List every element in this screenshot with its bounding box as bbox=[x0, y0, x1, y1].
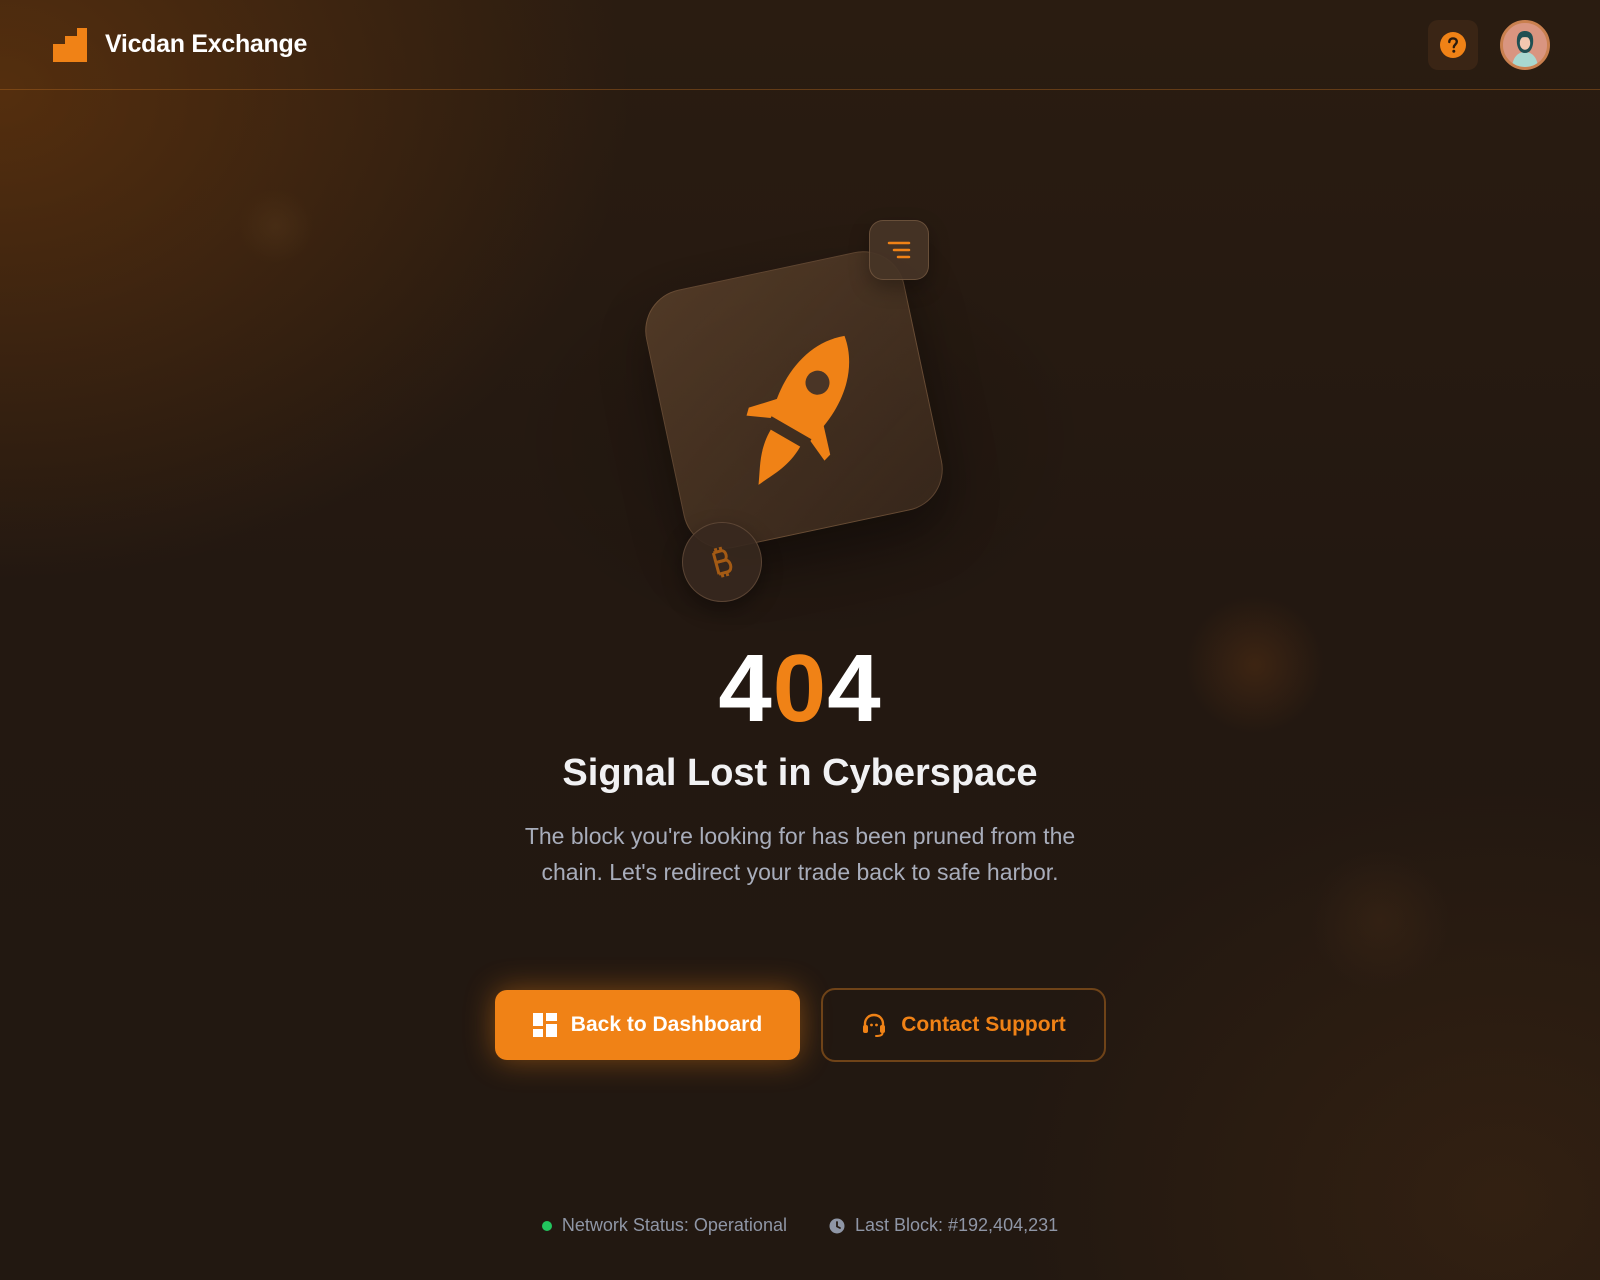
last-block-text: Last Block: #192,404,231 bbox=[854, 1215, 1059, 1235]
help-button[interactable] bbox=[1428, 20, 1478, 70]
error-illustration bbox=[637, 220, 970, 602]
last-block: Last Block: #192,404,231 bbox=[829, 1215, 1058, 1236]
headset-icon bbox=[863, 1013, 886, 1037]
back-to-dashboard-label: Back to Dashboard bbox=[570, 1013, 763, 1036]
background-orb bbox=[1310, 850, 1450, 990]
status-dot-icon bbox=[541, 1220, 552, 1231]
rocket-icon bbox=[746, 335, 850, 485]
page-title: Signal Lost in Cyberspace bbox=[562, 752, 1038, 794]
stair-blocks-logo-icon bbox=[53, 27, 87, 62]
header-actions bbox=[1428, 20, 1550, 70]
status-footer: Network Status: Operational Last Block: … bbox=[0, 1215, 1600, 1236]
menu-chip bbox=[869, 220, 929, 280]
user-avatar-icon bbox=[1503, 23, 1547, 67]
contact-support-button[interactable]: Contact Support bbox=[821, 988, 1106, 1062]
top-header: Vicdan Exchange bbox=[0, 0, 1600, 90]
question-circle-icon bbox=[1440, 32, 1466, 58]
background-orb bbox=[238, 188, 314, 264]
bitcoin-icon bbox=[711, 546, 733, 578]
brand[interactable]: Vicdan Exchange bbox=[53, 27, 308, 62]
error-code-digit: 4 bbox=[827, 635, 882, 742]
brand-name: Vicdan Exchange bbox=[105, 30, 308, 58]
error-code-digit: 4 bbox=[718, 635, 773, 742]
bitcoin-coin bbox=[682, 522, 762, 602]
dashboard-grid-icon bbox=[532, 1013, 557, 1037]
clock-icon bbox=[829, 1218, 845, 1233]
error-code: 404 bbox=[0, 636, 1600, 742]
back-to-dashboard-button[interactable]: Back to Dashboard bbox=[495, 990, 800, 1060]
user-avatar[interactable] bbox=[1500, 20, 1550, 70]
page-description: The block you're looking for has been pr… bbox=[524, 823, 1076, 885]
contact-support-label: Contact Support bbox=[901, 1013, 1066, 1036]
error-code-digit: 0 bbox=[772, 635, 828, 742]
network-status: Network Status: Operational bbox=[541, 1215, 787, 1236]
menu-lines-icon bbox=[887, 241, 911, 259]
network-status-text: Network Status: Operational bbox=[561, 1215, 787, 1235]
